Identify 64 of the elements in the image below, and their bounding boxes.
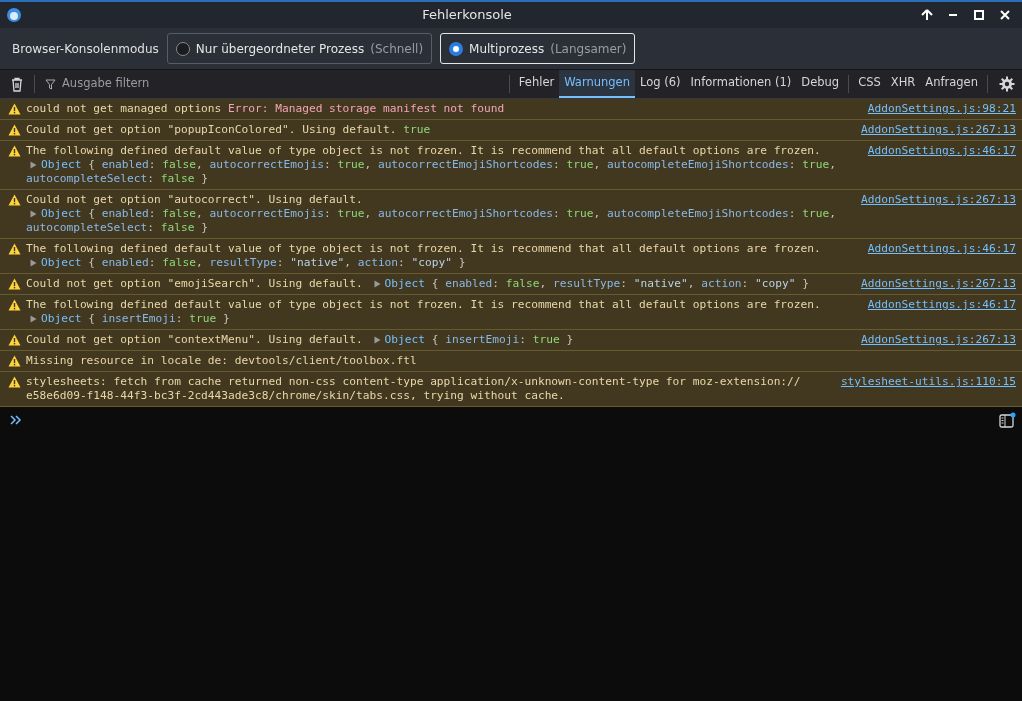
filter-tab[interactable]: Fehler bbox=[513, 70, 560, 98]
filter-tab[interactable]: Warnungen bbox=[559, 70, 635, 98]
message-text: could not get managed options Error: Managed storage manifest not found bbox=[26, 102, 505, 116]
source-link[interactable]: AddonSettings.js:267:13 bbox=[861, 123, 1016, 137]
warning-icon bbox=[8, 194, 21, 206]
filter-tab[interactable]: XHR bbox=[885, 70, 921, 98]
source-link[interactable]: AddonSettings.js:98:21 bbox=[867, 102, 1016, 116]
message-text: autocompleteSelect: false } bbox=[26, 172, 208, 186]
warning-icon bbox=[8, 145, 21, 157]
source-link[interactable]: AddonSettings.js:267:13 bbox=[861, 193, 1016, 235]
object-preview: Object { insertEmoji: true } bbox=[41, 312, 230, 326]
expand-icon[interactable] bbox=[373, 336, 381, 344]
up-arrow-icon bbox=[921, 9, 933, 21]
warning-icon bbox=[8, 124, 21, 136]
object-preview: Object { insertEmoji: true } bbox=[384, 333, 574, 347]
maximize-icon bbox=[973, 9, 985, 21]
expand-icon[interactable] bbox=[30, 161, 37, 169]
source-link[interactable]: AddonSettings.js:46:17 bbox=[867, 298, 1016, 326]
mode-option[interactable]: Multiprozess (Langsamer) bbox=[440, 33, 636, 64]
message-text: The following defined default value of type object is not frozen. It is recommend that all default options are frozen. bbox=[26, 298, 821, 312]
filter-tab[interactable]: Anfragen bbox=[920, 70, 983, 98]
window-title: Fehlerkonsole bbox=[421, 6, 513, 25]
sidebar-toggle-icon[interactable] bbox=[999, 411, 1016, 429]
mode-option[interactable]: Nur übergeordneter Prozess (Schnell) bbox=[166, 33, 433, 64]
expand-icon[interactable] bbox=[30, 210, 37, 218]
message-text: Could not get option "contextMenu". Using default. bbox=[26, 333, 364, 347]
message-text: autocompleteSelect: false } bbox=[26, 221, 208, 235]
expand-icon[interactable] bbox=[30, 259, 37, 267]
source-link[interactable]: stylesheet-utils.js:110:15 bbox=[840, 375, 1016, 403]
close-icon bbox=[999, 9, 1011, 21]
expand-icon[interactable] bbox=[373, 280, 381, 288]
mode-label: Browser-Konsolenmodus bbox=[12, 40, 159, 58]
app-logo-icon bbox=[6, 7, 22, 23]
object-preview: Object { enabled: false, resultType: "native", action: "copy" } bbox=[41, 256, 466, 270]
filter-field[interactable]: Ausgabe filtern bbox=[60, 74, 260, 94]
filter-icon bbox=[45, 78, 56, 90]
source-link[interactable]: AddonSettings.js:46:17 bbox=[867, 242, 1016, 270]
warning-icon bbox=[8, 278, 21, 290]
message-text: Could not get option "emojiSearch". Using default. bbox=[26, 277, 364, 291]
object-preview: Object { enabled: false, autocorrectEmojis: true, autocorrectEmojiShortcodes: true, autocompleteEmojiShortcodes: true, bbox=[41, 207, 836, 221]
message-text: stylesheets: fetch from cache returned non-css content-type application/x-unknown-content-type for moz-extension:// bbox=[26, 375, 801, 389]
message-text: Could not get option "autocorrect". Using default. bbox=[26, 193, 363, 207]
filter-tab[interactable]: Debug bbox=[796, 70, 845, 98]
warning-icon bbox=[8, 376, 21, 388]
source-link[interactable]: AddonSettings.js:267:13 bbox=[861, 277, 1016, 291]
message-text: e58e6d09-f148-44f3-bc3f-2cd443ade3c8/chrome/skin/tabs.css, trying without cache. bbox=[26, 389, 565, 403]
prompt-icon bbox=[10, 415, 22, 425]
filter-tab[interactable]: Informationen (1) bbox=[685, 70, 797, 98]
object-preview: Object { enabled: false, autocorrectEmojis: true, autocorrectEmojiShortcodes: true, autocompleteEmojiShortcodes: true, bbox=[41, 158, 836, 172]
source-link[interactable]: AddonSettings.js:46:17 bbox=[867, 144, 1016, 186]
message-text: The following defined default value of type object is not frozen. It is recommend that all default options are frozen. bbox=[26, 144, 821, 158]
message-text: The following defined default value of type object is not frozen. It is recommend that all default options are frozen. bbox=[26, 242, 821, 256]
warning-icon bbox=[8, 299, 21, 311]
source-link[interactable]: AddonSettings.js:267:13 bbox=[861, 333, 1016, 347]
message-text: Missing resource in locale de: devtools/client/toolbox.ftl bbox=[26, 354, 417, 368]
object-preview: Object { enabled: false, resultType: "native", action: "copy" } bbox=[384, 277, 809, 291]
message-text: Could not get option "popupIconColored". Using default. true bbox=[26, 123, 431, 137]
filter-tab[interactable]: Log (6) bbox=[634, 70, 686, 98]
expand-icon[interactable] bbox=[30, 315, 37, 323]
warning-icon bbox=[8, 355, 21, 367]
warning-icon bbox=[8, 103, 21, 115]
warning-icon bbox=[8, 334, 21, 346]
filter-tab[interactable]: CSS bbox=[853, 70, 886, 98]
warning-icon bbox=[8, 243, 21, 255]
